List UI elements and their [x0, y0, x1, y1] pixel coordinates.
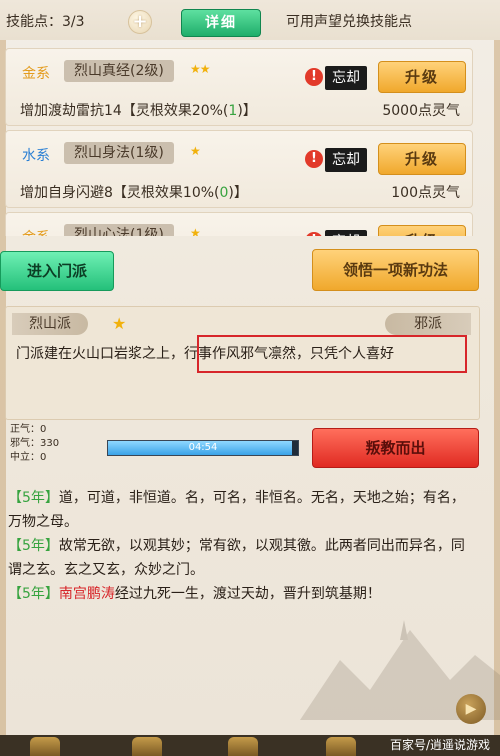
skill-name: 烈山身法(1级) [64, 142, 174, 164]
timer-progress-bar: 04:54 [107, 440, 299, 456]
log-tag: 【5年】 [8, 490, 59, 506]
reputation-hint: 可用声望兑换技能点 [286, 14, 412, 30]
skill-element: 金系 [22, 227, 50, 236]
betray-sect-button[interactable]: 叛教而出 [312, 428, 479, 468]
skill-effect-close: )】 [228, 185, 248, 201]
upgrade-button[interactable]: 升级 [378, 143, 466, 175]
event-log: 【5年】道，可道，非恒道。名，可名，非恒名。无名，天地之始；有名，万物之母。 【… [8, 486, 478, 606]
skill-effect: 增加自身闪避8【灵根效果10%(0)】 [20, 182, 248, 202]
evil-stat: 邪气：330 [10, 438, 60, 449]
log-text: 故常无欲，以观其妙；常有欲，以观其徼。此两者同出而异名，同谓之玄。玄之又玄，众妙… [8, 538, 465, 578]
skill-card: 金系 烈山心法(1级) ★ ! 忘却 升级 [5, 212, 473, 236]
log-tag: 【5年】 [8, 586, 59, 602]
skill-effect: 增加渡劫雷抗14【灵根效果20%(1)】 [20, 100, 257, 120]
neutral-stat: 中立：0 [10, 452, 47, 463]
skill-name: 烈山心法(1级) [64, 224, 174, 236]
annotation-highlight [197, 335, 467, 373]
skill-element: 水系 [22, 148, 50, 164]
skill-effect-text: 增加渡劫雷抗14【灵根效果20%( [20, 103, 229, 119]
alignment-stats: 正气：0 邪气：330 中立：0 [10, 423, 59, 465]
timer-text: 04:54 [188, 442, 218, 453]
skill-card: 水系 烈山身法(1级) ★ ! 忘却 升级 增加自身闪避8【灵根效果10%(0)… [5, 130, 473, 208]
skill-cost: 100点灵气 [391, 185, 460, 201]
sect-name: 烈山派 [12, 313, 88, 335]
skill-list[interactable]: 金系 烈山真经(2级) ★★ ! 忘却 升级 增加渡劫雷抗14【灵根效果20%(… [0, 42, 500, 236]
upgrade-button[interactable]: 升级 [378, 61, 466, 93]
skill-name: 烈山真经(2级) [64, 60, 174, 82]
dock-icon[interactable] [326, 737, 356, 756]
skill-stars: ★ [190, 226, 201, 236]
log-entry: 【5年】故常无欲，以观其妙；常有欲，以观其徼。此两者同出而异名，同谓之玄。玄之又… [8, 534, 478, 582]
enter-sect-button[interactable]: 进入门派 [0, 251, 114, 291]
skill-stars: ★ [190, 144, 201, 158]
sect-alignment: 邪派 [385, 313, 471, 335]
skill-stars: ★★ [190, 62, 210, 76]
upgrade-button[interactable]: 升级 [378, 225, 466, 236]
log-tag: 【5年】 [8, 538, 59, 554]
log-entry: 【5年】道，可道，非恒道。名，可名，非恒名。无名，天地之始；有名，万物之母。 [8, 486, 478, 534]
skill-cost: 5000点灵气 [382, 103, 460, 119]
alert-icon: ! [305, 150, 323, 168]
watermark: 百家号/逍遥说游戏 [389, 738, 490, 752]
alert-icon: ! [305, 68, 323, 86]
dock-icon[interactable] [228, 737, 258, 756]
game-screen: 技能点：3/3 + 详细 可用声望兑换技能点 金系 烈山真经(2级) ★★ ! … [0, 0, 500, 756]
forget-button[interactable]: 忘却 [325, 66, 367, 90]
next-arrow-button[interactable]: ▶ [456, 694, 486, 724]
add-skill-point-button[interactable]: + [128, 10, 152, 34]
alert-icon: ! [305, 232, 323, 236]
dock-icon[interactable] [132, 737, 162, 756]
log-character-name: 南宫鹏涛 [58, 586, 115, 602]
skill-effect-text: 增加自身闪避8【灵根效果10%( [20, 185, 220, 201]
righteous-stat: 正气：0 [10, 424, 47, 435]
skill-effect-level: 1 [228, 103, 238, 119]
log-text: 道，可道，非恒道。名，可名，非恒名。无名，天地之始；有名，万物之母。 [8, 490, 465, 530]
forget-button[interactable]: 忘却 [325, 148, 367, 172]
dock-icon[interactable] [30, 737, 60, 756]
skill-element: 金系 [22, 66, 50, 82]
top-bar: 技能点：3/3 + 详细 可用声望兑换技能点 [0, 0, 500, 40]
skill-card: 金系 烈山真经(2级) ★★ ! 忘却 升级 增加渡劫雷抗14【灵根效果20%(… [5, 48, 473, 126]
learn-new-skill-button[interactable]: 领悟一项新功法 [312, 249, 479, 291]
star-icon: ★ [112, 314, 127, 333]
skill-effect-close: )】 [237, 103, 257, 119]
forget-button[interactable]: 忘却 [325, 230, 367, 236]
skill-points-label: 技能点：3/3 [6, 14, 85, 30]
detail-button[interactable]: 详细 [181, 9, 261, 37]
